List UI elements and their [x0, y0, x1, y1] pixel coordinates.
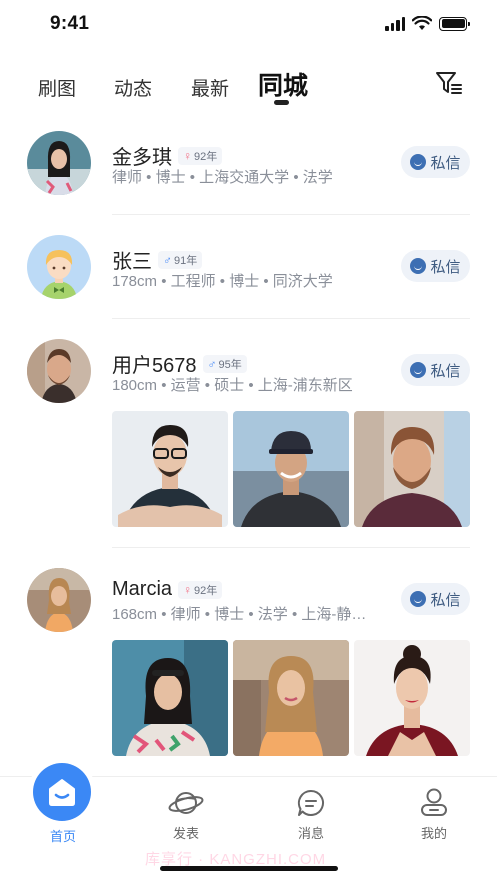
status-icons	[385, 16, 470, 31]
nav-home-label: 首页	[49, 829, 76, 844]
avatar[interactable]	[27, 568, 91, 632]
chat-bubble-icon	[410, 362, 427, 378]
male-gender-icon: ♂	[163, 252, 172, 267]
photo-grid	[112, 640, 470, 756]
user-name-row: Marcia ♀ 92年	[112, 578, 223, 601]
post-photo[interactable]	[112, 411, 228, 527]
active-tab-indicator	[274, 100, 289, 105]
message-button[interactable]: 私信	[401, 146, 470, 178]
home-indicator	[160, 866, 338, 871]
user-info: 168cm • 律师 • 博士 • 法学 • 上海-静…	[112, 606, 367, 623]
age-badge: ♂ 95年	[202, 354, 247, 373]
age-label: 95年	[218, 358, 242, 371]
message-icon	[297, 789, 324, 816]
tab-dongtai[interactable]: 动态	[114, 74, 152, 101]
message-button-label: 私信	[430, 258, 461, 276]
age-label: 91年	[174, 254, 198, 267]
post-photo[interactable]	[112, 640, 228, 756]
feed-tabs: 刷图 动态 最新 同城	[0, 62, 497, 112]
age-badge: ♀ 92年	[178, 146, 223, 165]
chat-bubble-icon	[410, 258, 427, 274]
battery-icon	[439, 16, 470, 31]
post-photo[interactable]	[233, 640, 349, 756]
tab-shuatu[interactable]: 刷图	[38, 74, 76, 101]
message-button-label: 私信	[430, 591, 461, 609]
divider	[112, 214, 470, 215]
wifi-icon	[412, 16, 432, 30]
nav-profile-label: 我的	[420, 826, 447, 841]
profile-icon	[421, 788, 447, 816]
age-label: 92年	[194, 584, 218, 597]
female-gender-icon: ♀	[183, 582, 193, 597]
avatar[interactable]	[27, 339, 91, 403]
post-photo[interactable]	[233, 411, 349, 527]
status-time: 9:41	[50, 13, 90, 34]
filter-icon[interactable]	[435, 70, 463, 96]
post-photo[interactable]	[354, 411, 470, 527]
planet-icon	[168, 792, 204, 814]
message-button-label: 私信	[430, 154, 461, 172]
message-button[interactable]: 私信	[401, 354, 470, 386]
nav-messages-label: 消息	[297, 826, 324, 841]
home-icon	[33, 763, 91, 821]
female-gender-icon: ♀	[183, 148, 192, 163]
message-button-label: 私信	[430, 362, 461, 380]
user-info: 律师 • 博士 • 上海交通大学 • 法学	[112, 169, 333, 186]
chat-bubble-icon	[410, 591, 427, 607]
chat-bubble-icon	[410, 154, 427, 170]
age-badge: ♀ 92年	[178, 580, 223, 599]
divider	[112, 318, 470, 319]
nav-publish-label: 发表	[172, 826, 199, 841]
tab-tongcheng[interactable]: 同城	[258, 66, 308, 102]
age-badge: ♂ 91年	[158, 250, 203, 269]
message-button[interactable]: 私信	[401, 250, 470, 282]
user-name[interactable]: Marcia	[112, 578, 172, 601]
avatar[interactable]	[27, 235, 91, 299]
user-info: 178cm • 工程师 • 博士 • 同济大学	[112, 273, 333, 290]
tab-zuixin[interactable]: 最新	[191, 74, 229, 101]
cellular-signal-icon	[385, 16, 405, 31]
divider	[112, 547, 470, 548]
message-button[interactable]: 私信	[401, 583, 470, 615]
post-photo[interactable]	[354, 640, 470, 756]
male-gender-icon: ♂	[207, 356, 217, 371]
age-label: 92年	[194, 150, 218, 163]
photo-grid	[112, 411, 470, 527]
user-info: 180cm • 运营 • 硕士 • 上海-浦东新区	[112, 377, 353, 394]
status-bar: 9:41	[0, 0, 497, 48]
avatar[interactable]	[27, 131, 91, 195]
